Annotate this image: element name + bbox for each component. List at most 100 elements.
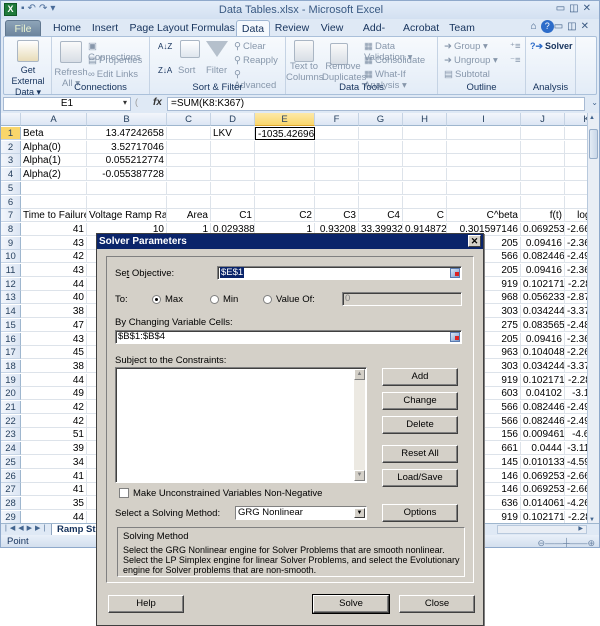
cell-k4[interactable] [565, 168, 587, 182]
cell-a21[interactable]: 42 [21, 401, 87, 414]
cell-j3[interactable] [521, 154, 565, 168]
next-sheet-icon[interactable]: ▶ [27, 525, 35, 532]
cell-a26[interactable]: 41 [21, 469, 87, 483]
cell-f5[interactable] [315, 181, 359, 195]
row-header[interactable]: 21 [1, 401, 21, 414]
first-sheet-icon[interactable]: |◀ [5, 525, 18, 532]
cell-d1[interactable]: LKV [211, 127, 255, 140]
cell-j11[interactable]: 0.09416 [521, 264, 565, 277]
clear-button[interactable]: ⚲ Clear [234, 41, 266, 52]
cell-a7[interactable]: Time to Failure [21, 209, 87, 223]
cell-k20[interactable]: -3.1937 [565, 387, 587, 401]
cell-a2[interactable]: Alpha(0) [21, 140, 87, 154]
cell-j27[interactable]: 0.069253 [521, 483, 565, 497]
reapply-button[interactable]: ⚲ Reapply [234, 55, 278, 66]
cell-j15[interactable]: 0.083565 [521, 318, 565, 332]
cell-g6[interactable] [359, 195, 403, 209]
hide-detail-icon[interactable]: ⁻≡ [510, 55, 521, 66]
column-header-i[interactable]: I [447, 113, 521, 126]
scroll-up-icon[interactable]: ▲ [354, 369, 365, 380]
min-label[interactable]: Min [223, 294, 238, 305]
row-header[interactable]: 28 [1, 496, 21, 510]
cell-k24[interactable]: -3.11451 [565, 442, 587, 456]
cell-j7[interactable]: f(t) [521, 209, 565, 223]
row-header[interactable]: 25 [1, 455, 21, 469]
cell-h1[interactable] [403, 127, 447, 140]
cell-d2[interactable] [211, 140, 255, 154]
zoom-in-icon[interactable]: ⊕ [587, 538, 595, 547]
remove-duplicates-button[interactable]: Remove Duplicates [322, 61, 366, 83]
row-header[interactable]: 3 [1, 154, 21, 168]
value-of-radio[interactable] [263, 295, 272, 304]
cell-k5[interactable] [565, 182, 587, 195]
row-header[interactable]: 2 [1, 140, 21, 154]
row-header[interactable]: 19 [1, 373, 21, 387]
cell-a5[interactable] [21, 181, 87, 195]
constraints-scrollbar[interactable]: ▲ ▼ [354, 369, 365, 481]
load-save-button[interactable]: Load/Save [382, 469, 458, 487]
tab-review[interactable]: Review [273, 20, 311, 37]
cell-c1[interactable] [167, 127, 211, 140]
group-button[interactable]: ➜ Group ▾ [444, 41, 488, 52]
cell-i6[interactable] [447, 195, 521, 209]
doc-minimize-icon[interactable]: ▭ [554, 21, 567, 32]
max-radio[interactable] [152, 295, 161, 304]
close-button[interactable]: Close [399, 595, 475, 613]
cell-h7[interactable]: C [403, 209, 447, 223]
row-header[interactable]: 9 [1, 236, 21, 250]
cell-e6[interactable] [255, 195, 315, 209]
filter-button[interactable]: Filter [206, 65, 227, 76]
cell-k6[interactable] [565, 196, 587, 209]
min-radio[interactable] [210, 295, 219, 304]
name-box[interactable]: E1 [3, 97, 131, 111]
cell-a3[interactable]: Alpha(1) [21, 154, 87, 168]
cell-k12[interactable]: -2.28111 [565, 278, 587, 291]
cell-a8[interactable]: 41 [21, 222, 87, 236]
zoom-slider[interactable]: ⊖——┼——⊕ [538, 536, 595, 547]
cell-i1[interactable] [447, 127, 521, 140]
row-header[interactable]: 8 [1, 222, 21, 236]
cell-j1[interactable] [521, 127, 565, 140]
cell-e1[interactable]: -1035.42696 [255, 127, 315, 140]
tab-file[interactable]: File [5, 20, 41, 37]
minimize-icon[interactable]: ▭ [556, 3, 569, 14]
cell-f1[interactable] [315, 127, 359, 140]
cell-j17[interactable]: 0.104048 [521, 346, 565, 360]
tab-page-layout[interactable]: Page Layout [127, 20, 191, 37]
select-all-corner[interactable] [1, 113, 21, 126]
cell-k26[interactable]: -2.66998 [565, 470, 587, 483]
solving-method-select[interactable]: GRG Nonlinear ▼ [235, 506, 367, 520]
tab-team[interactable]: Team [449, 20, 475, 37]
scroll-right-icon[interactable]: ▶ [578, 525, 583, 532]
cell-c3[interactable] [167, 154, 211, 168]
text-to-columns-button[interactable]: Text to Columns [286, 61, 324, 83]
solver-button[interactable]: ?➔ Solver [530, 41, 573, 52]
options-button[interactable]: Options [382, 504, 458, 522]
cell-i7[interactable]: C^beta [447, 209, 521, 223]
cell-j10[interactable]: 0.082446 [521, 250, 565, 264]
last-sheet-icon[interactable]: ▶| [35, 525, 48, 532]
cell-j20[interactable]: 0.04102 [521, 387, 565, 401]
cell-k16[interactable]: -2.36276 [565, 333, 587, 346]
value-of-input[interactable]: 0 [342, 292, 462, 306]
tab-add-ins[interactable]: Add-Ins [357, 20, 391, 51]
cell-j6[interactable] [521, 195, 565, 209]
row-header[interactable]: 24 [1, 442, 21, 456]
column-header-f[interactable]: F [315, 113, 359, 126]
cell-b2[interactable]: 3.52717046 [87, 140, 167, 154]
tab-data[interactable]: Data [236, 20, 270, 37]
sort-z-to-a-button[interactable]: Z↓A [158, 65, 172, 76]
cell-k29[interactable]: -2.28111 [565, 511, 587, 524]
cell-k3[interactable] [565, 154, 587, 168]
row-header[interactable]: 20 [1, 387, 21, 401]
cell-d7[interactable]: C1 [211, 209, 255, 223]
name-box-dropdown-icon[interactable]: ▾ [123, 98, 127, 107]
cell-g1[interactable] [359, 127, 403, 140]
cell-j8[interactable]: 0.069253 [521, 222, 565, 236]
cell-a11[interactable]: 43 [21, 264, 87, 277]
cell-c2[interactable] [167, 140, 211, 154]
zoom-out-icon[interactable]: ⊖ [538, 538, 546, 547]
cell-k23[interactable]: -4.6606 [565, 428, 587, 442]
cell-b1[interactable]: 13.47242658 [87, 127, 167, 140]
sort-button[interactable]: Sort [178, 65, 195, 76]
